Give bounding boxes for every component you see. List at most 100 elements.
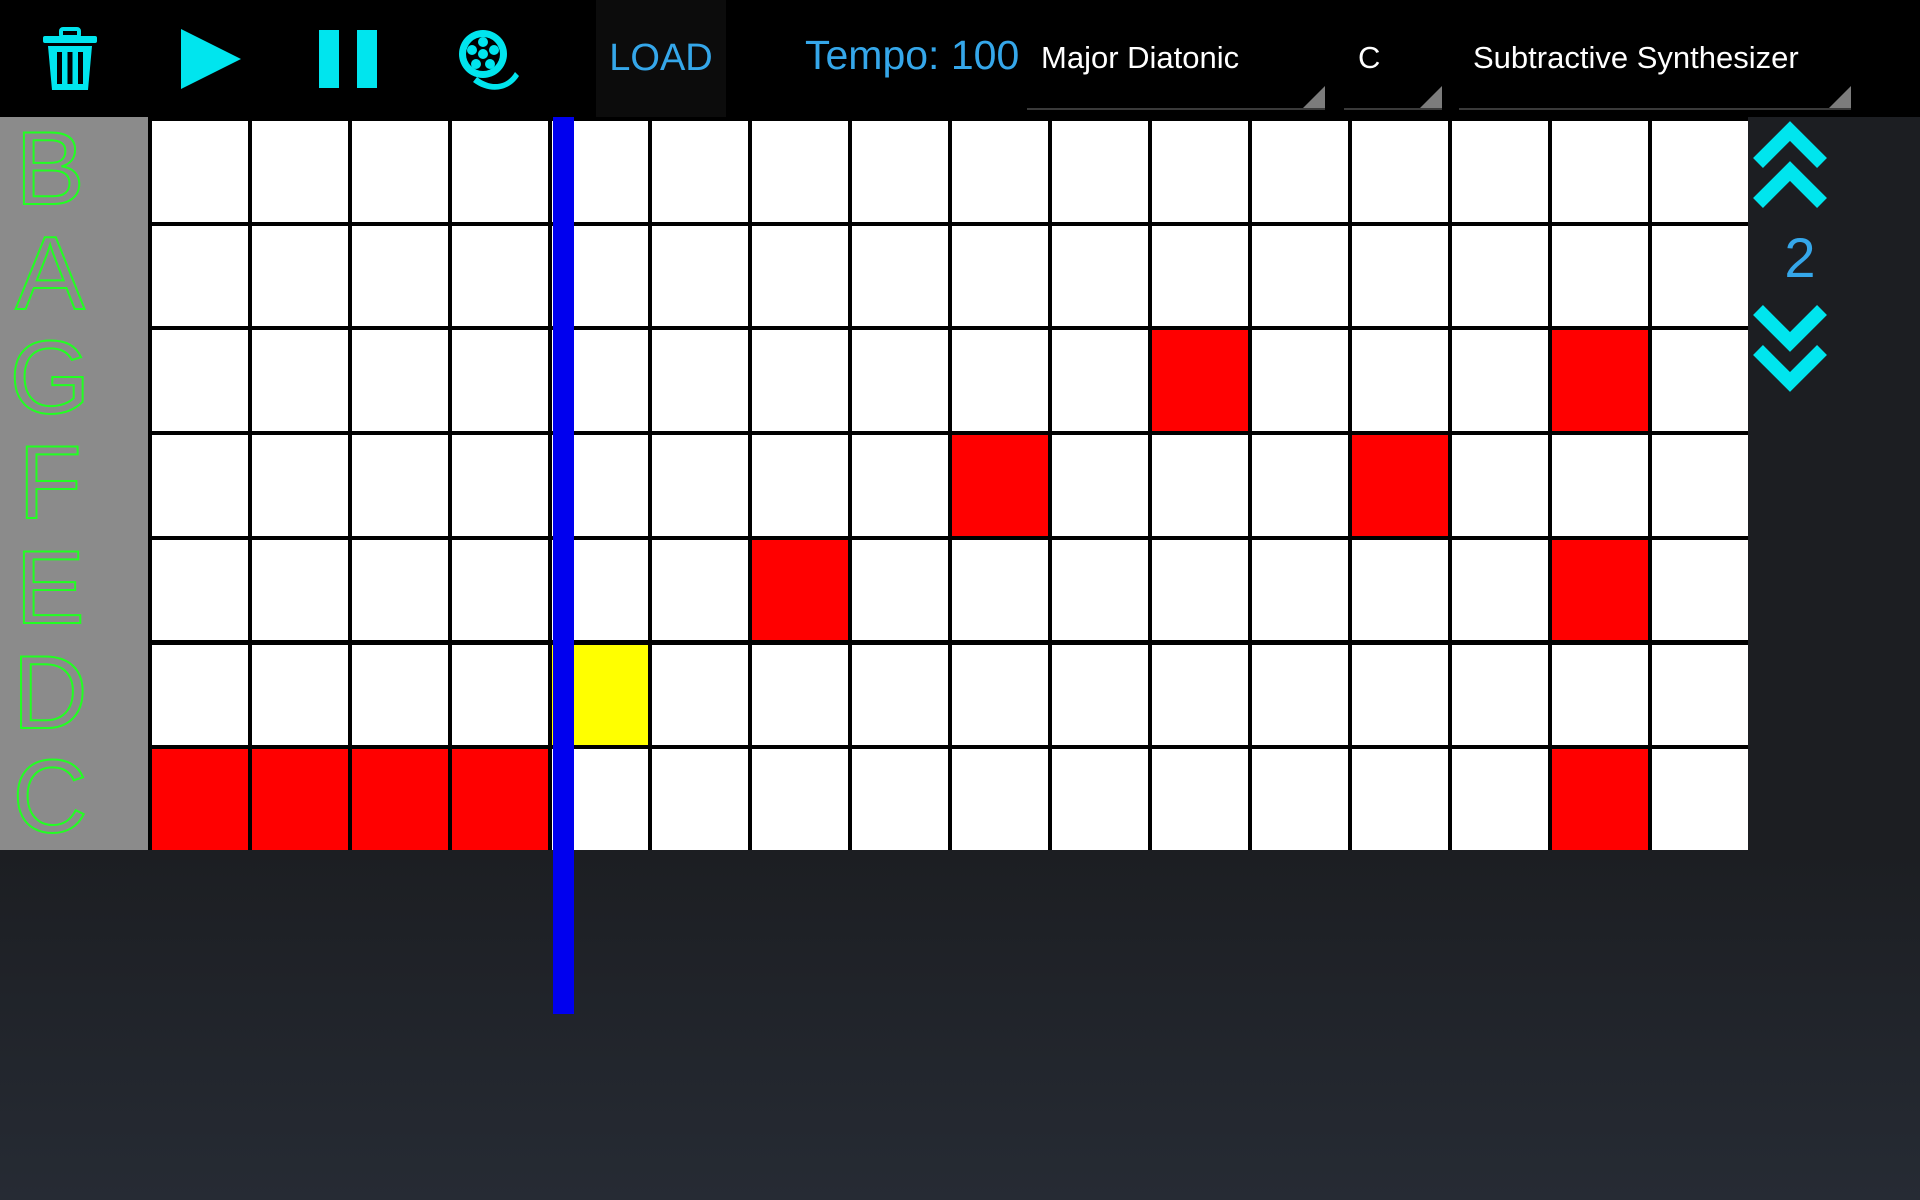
- grid-cell-f-4[interactable]: [452, 435, 548, 536]
- grid-cell-d-4[interactable]: [452, 644, 548, 746]
- grid-cell-a-3[interactable]: [352, 225, 448, 327]
- instrument-dropdown[interactable]: Subtractive Synthesizer: [1459, 36, 1851, 110]
- grid-cell-a-10[interactable]: [1052, 225, 1148, 327]
- grid-cell-b-9[interactable]: [952, 121, 1048, 222]
- grid-cell-a-6[interactable]: [652, 225, 748, 327]
- tempo-control[interactable]: Tempo: 100: [805, 32, 1019, 79]
- grid-cell-e-9[interactable]: [952, 539, 1048, 641]
- grid-cell-f-9[interactable]: [952, 435, 1048, 536]
- grid-cell-c-8[interactable]: [852, 749, 948, 850]
- grid-cell-a-4[interactable]: [452, 225, 548, 327]
- grid-cell-f-7[interactable]: [752, 435, 848, 536]
- grid-cell-g-12[interactable]: [1252, 330, 1348, 432]
- grid-cell-c-10[interactable]: [1052, 749, 1148, 850]
- grid-cell-a-7[interactable]: [752, 225, 848, 327]
- grid-cell-f-12[interactable]: [1252, 435, 1348, 536]
- clear-button[interactable]: [28, 0, 112, 117]
- grid-cell-f-10[interactable]: [1052, 435, 1148, 536]
- grid-cell-a-8[interactable]: [852, 225, 948, 327]
- grid-cell-d-14[interactable]: [1452, 644, 1548, 746]
- grid-cell-g-1[interactable]: [152, 330, 248, 432]
- grid-cell-a-9[interactable]: [952, 225, 1048, 327]
- grid-cell-d-12[interactable]: [1252, 644, 1348, 746]
- grid-cell-a-15[interactable]: [1552, 225, 1648, 327]
- grid-cell-e-14[interactable]: [1452, 539, 1548, 641]
- grid-cell-g-6[interactable]: [652, 330, 748, 432]
- grid-cell-e-6[interactable]: [652, 539, 748, 641]
- grid-cell-f-16[interactable]: [1652, 435, 1748, 536]
- grid-cell-g-10[interactable]: [1052, 330, 1148, 432]
- grid-cell-g-14[interactable]: [1452, 330, 1548, 432]
- grid-cell-d-6[interactable]: [652, 644, 748, 746]
- grid-cell-d-13[interactable]: [1352, 644, 1448, 746]
- grid-cell-d-7[interactable]: [752, 644, 848, 746]
- grid-cell-d-10[interactable]: [1052, 644, 1148, 746]
- grid-cell-c-11[interactable]: [1152, 749, 1248, 850]
- grid-cell-e-13[interactable]: [1352, 539, 1448, 641]
- grid-cell-g-9[interactable]: [952, 330, 1048, 432]
- grid-cell-e-11[interactable]: [1152, 539, 1248, 641]
- grid-cell-f-8[interactable]: [852, 435, 948, 536]
- grid-cell-e-10[interactable]: [1052, 539, 1148, 641]
- grid-cell-a-13[interactable]: [1352, 225, 1448, 327]
- grid-cell-f-11[interactable]: [1152, 435, 1248, 536]
- grid-cell-g-8[interactable]: [852, 330, 948, 432]
- load-button[interactable]: LOAD: [596, 0, 726, 117]
- grid-cell-c-7[interactable]: [752, 749, 848, 850]
- grid-cell-g-16[interactable]: [1652, 330, 1748, 432]
- grid-cell-e-2[interactable]: [252, 539, 348, 641]
- grid-cell-b-10[interactable]: [1052, 121, 1148, 222]
- grid-cell-e-7[interactable]: [752, 539, 848, 641]
- grid-cell-b-1[interactable]: [152, 121, 248, 222]
- grid-cell-d-11[interactable]: [1152, 644, 1248, 746]
- grid-cell-d-15[interactable]: [1552, 644, 1648, 746]
- grid-cell-b-13[interactable]: [1352, 121, 1448, 222]
- grid-cell-b-15[interactable]: [1552, 121, 1648, 222]
- octave-up-button[interactable]: [1748, 117, 1832, 217]
- grid-cell-f-14[interactable]: [1452, 435, 1548, 536]
- grid-cell-g-4[interactable]: [452, 330, 548, 432]
- grid-cell-c-13[interactable]: [1352, 749, 1448, 850]
- grid-cell-d-1[interactable]: [152, 644, 248, 746]
- grid-cell-d-16[interactable]: [1652, 644, 1748, 746]
- grid-cell-d-9[interactable]: [952, 644, 1048, 746]
- play-button[interactable]: [168, 0, 252, 117]
- grid-cell-e-8[interactable]: [852, 539, 948, 641]
- grid-cell-e-4[interactable]: [452, 539, 548, 641]
- grid-cell-b-3[interactable]: [352, 121, 448, 222]
- octave-down-button[interactable]: [1748, 296, 1832, 396]
- grid-cell-b-2[interactable]: [252, 121, 348, 222]
- grid-cell-c-6[interactable]: [652, 749, 748, 850]
- grid-cell-f-13[interactable]: [1352, 435, 1448, 536]
- grid-cell-c-16[interactable]: [1652, 749, 1748, 850]
- grid-cell-b-4[interactable]: [452, 121, 548, 222]
- grid-cell-f-15[interactable]: [1552, 435, 1648, 536]
- grid-cell-b-12[interactable]: [1252, 121, 1348, 222]
- grid-cell-c-14[interactable]: [1452, 749, 1548, 850]
- grid-cell-b-16[interactable]: [1652, 121, 1748, 222]
- grid-cell-g-13[interactable]: [1352, 330, 1448, 432]
- scale-dropdown[interactable]: Major Diatonic: [1027, 36, 1325, 110]
- key-dropdown[interactable]: C: [1344, 36, 1442, 110]
- grid-cell-a-2[interactable]: [252, 225, 348, 327]
- grid-cell-d-2[interactable]: [252, 644, 348, 746]
- grid-cell-d-3[interactable]: [352, 644, 448, 746]
- grid-cell-e-1[interactable]: [152, 539, 248, 641]
- grid-cell-f-3[interactable]: [352, 435, 448, 536]
- grid-cell-b-11[interactable]: [1152, 121, 1248, 222]
- grid-cell-g-2[interactable]: [252, 330, 348, 432]
- grid-cell-f-2[interactable]: [252, 435, 348, 536]
- grid-cell-a-11[interactable]: [1152, 225, 1248, 327]
- grid-cell-e-3[interactable]: [352, 539, 448, 641]
- grid-cell-g-11[interactable]: [1152, 330, 1248, 432]
- grid-cell-b-7[interactable]: [752, 121, 848, 222]
- grid-cell-g-3[interactable]: [352, 330, 448, 432]
- grid-cell-c-2[interactable]: [252, 749, 348, 850]
- grid-cell-c-1[interactable]: [152, 749, 248, 850]
- grid-cell-b-14[interactable]: [1452, 121, 1548, 222]
- record-button[interactable]: [446, 0, 530, 117]
- grid-cell-a-12[interactable]: [1252, 225, 1348, 327]
- grid-cell-e-16[interactable]: [1652, 539, 1748, 641]
- grid-cell-g-15[interactable]: [1552, 330, 1648, 432]
- grid-cell-c-3[interactable]: [352, 749, 448, 850]
